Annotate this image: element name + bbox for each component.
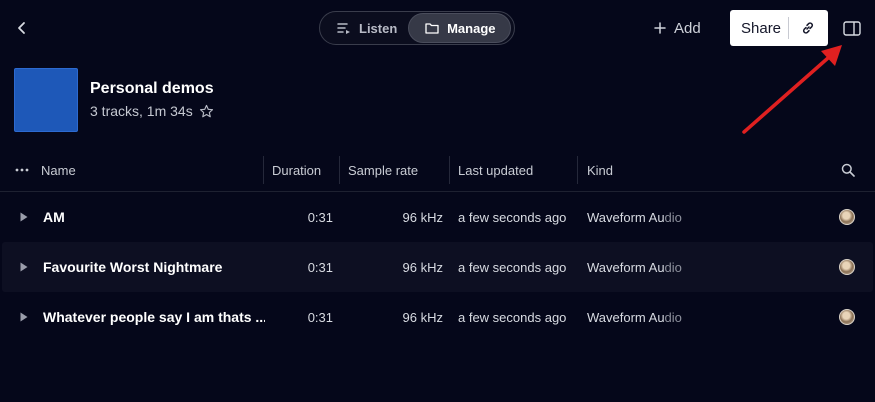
track-sample-rate: 96 kHz — [402, 309, 443, 325]
avatar[interactable] — [839, 209, 855, 225]
star-outline-icon — [199, 104, 213, 117]
view-mode-switch: Listen Manage — [319, 11, 515, 45]
manage-label: Manage — [447, 20, 496, 36]
column-divider[interactable] — [449, 156, 450, 184]
column-header-duration[interactable]: Duration — [272, 148, 321, 192]
sidebar-panel-icon — [843, 20, 861, 36]
manage-tab[interactable]: Manage — [408, 13, 511, 43]
track-kind-text: Waveform Au — [587, 259, 665, 275]
track-kind-text: Waveform Au — [587, 309, 665, 325]
more-horizontal-icon — [15, 168, 29, 172]
plus-icon — [654, 22, 666, 34]
search-icon — [841, 163, 855, 177]
column-header-name[interactable]: Name — [41, 148, 76, 192]
track-duration: 0:31 — [307, 259, 333, 275]
track-row[interactable]: Favourite Worst Nightmare 0:31 96 kHz a … — [2, 242, 873, 292]
avatar[interactable] — [839, 259, 855, 275]
table-header: Name Duration Sample rate Last updated K… — [0, 148, 875, 192]
play-icon — [20, 312, 28, 322]
track-sample-rate: 96 kHz — [402, 209, 443, 225]
track-row[interactable]: Whatever people say I am thats ... 0:31 … — [2, 292, 873, 342]
link-icon — [802, 22, 814, 34]
track-kind: Waveform Au dio — [587, 192, 697, 242]
avatar[interactable] — [839, 309, 855, 325]
add-button[interactable]: Add — [654, 14, 701, 42]
chevron-left-icon — [18, 22, 25, 34]
share-button-group: Share — [730, 10, 828, 46]
track-duration: 0:31 — [307, 309, 333, 325]
favorite-button[interactable] — [199, 104, 214, 119]
play-icon — [20, 262, 28, 272]
track-last-updated: a few seconds ago — [458, 259, 567, 275]
column-header-sample-rate[interactable]: Sample rate — [348, 148, 418, 192]
track-kind-faded-text: dio — [664, 209, 682, 225]
column-divider[interactable] — [263, 156, 264, 184]
share-button[interactable]: Share — [730, 20, 788, 37]
track-name: Whatever people say I am thats ... — [43, 309, 265, 325]
top-bar: Listen Manage Add Share — [0, 0, 875, 56]
track-kind: Waveform Au dio — [587, 292, 697, 342]
track-name: AM — [43, 209, 65, 225]
queue-icon — [337, 23, 350, 34]
playlist-stats: 3 tracks, 1m 34s — [90, 103, 193, 119]
play-icon — [20, 212, 28, 222]
track-kind-faded-text: dio — [664, 259, 682, 275]
listen-label: Listen — [359, 20, 398, 36]
column-options-button[interactable] — [14, 162, 30, 178]
add-label: Add — [674, 19, 701, 37]
column-header-kind[interactable]: Kind — [587, 148, 613, 192]
play-button[interactable] — [18, 210, 30, 224]
track-kind: Waveform Au dio — [587, 242, 697, 292]
column-divider[interactable] — [339, 156, 340, 184]
track-name: Favourite Worst Nightmare — [43, 259, 223, 275]
column-divider[interactable] — [577, 156, 578, 184]
track-kind-text: Waveform Au — [587, 209, 665, 225]
back-button[interactable] — [10, 16, 34, 40]
copy-link-button[interactable] — [789, 10, 827, 46]
playlist-title: Personal demos — [90, 80, 214, 97]
toggle-side-panel-button[interactable] — [840, 17, 864, 39]
listen-tab[interactable]: Listen — [323, 13, 408, 43]
play-button[interactable] — [18, 310, 30, 324]
folder-icon — [425, 23, 439, 34]
track-kind-faded-text: dio — [664, 309, 682, 325]
playlist-cover[interactable] — [14, 68, 78, 132]
track-sample-rate: 96 kHz — [402, 259, 443, 275]
column-header-last-updated[interactable]: Last updated — [458, 148, 533, 192]
play-button[interactable] — [18, 260, 30, 274]
track-duration: 0:31 — [307, 209, 333, 225]
playlist-meta: 3 tracks, 1m 34s — [90, 103, 214, 119]
track-row[interactable]: AM 0:31 96 kHz a few seconds ago Wavefor… — [2, 192, 873, 242]
table-search-button[interactable] — [838, 160, 858, 180]
track-last-updated: a few seconds ago — [458, 209, 567, 225]
track-last-updated: a few seconds ago — [458, 309, 567, 325]
